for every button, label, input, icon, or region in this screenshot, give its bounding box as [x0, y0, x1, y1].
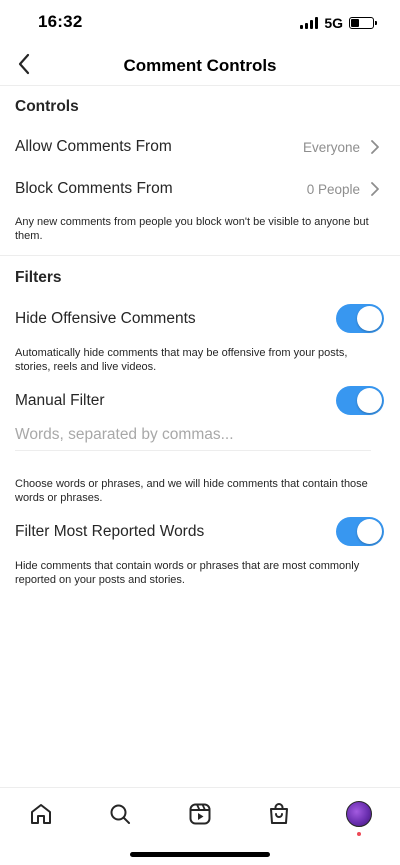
allow-comments-label: Allow Comments From — [15, 138, 172, 155]
filter-words-input[interactable] — [15, 419, 371, 451]
home-icon — [31, 804, 51, 824]
section-divider — [0, 255, 400, 256]
search-icon — [110, 804, 130, 824]
hide-offensive-toggle[interactable] — [336, 304, 384, 333]
block-comments-help: Any new comments from people you block w… — [15, 216, 369, 242]
manual-filter-toggle[interactable] — [336, 386, 384, 415]
block-comments-label: Block Comments From — [15, 180, 173, 197]
chevron-right-icon — [371, 140, 379, 154]
chevron-right-icon — [371, 182, 379, 196]
manual-filter-label: Manual Filter — [15, 392, 105, 409]
controls-section-title: Controls — [15, 98, 79, 115]
network-type: 5G — [324, 15, 343, 31]
allow-comments-row[interactable]: Allow Comments From Everyone — [0, 126, 400, 166]
hide-offensive-help: Automatically hide comments that may be … — [15, 347, 348, 373]
home-indicator — [130, 852, 270, 857]
battery-icon — [349, 17, 377, 29]
status-indicators: 5G — [300, 15, 377, 31]
nav-header: Comment Controls — [0, 44, 400, 86]
reels-icon — [189, 803, 211, 825]
status-bar: 16:32 5G — [0, 0, 400, 44]
most-reported-toggle[interactable] — [336, 517, 384, 546]
manual-filter-help: Choose words or phrases, and we will hid… — [15, 478, 368, 504]
block-comments-value: 0 People — [306, 182, 360, 197]
tab-profile[interactable] — [343, 798, 375, 836]
notification-dot — [357, 832, 361, 836]
hide-offensive-label: Hide Offensive Comments — [15, 310, 196, 327]
tab-search[interactable] — [104, 798, 136, 830]
block-comments-row[interactable]: Block Comments From 0 People — [0, 167, 400, 207]
avatar — [346, 801, 372, 827]
allow-comments-value: Everyone — [302, 140, 360, 155]
tab-bar — [0, 787, 400, 865]
filters-section-title: Filters — [15, 269, 62, 286]
tab-shop[interactable] — [263, 798, 295, 830]
tab-reels[interactable] — [184, 798, 216, 830]
most-reported-help: Hide comments that contain words or phra… — [15, 560, 360, 586]
status-time: 16:32 — [38, 12, 83, 31]
tab-home[interactable] — [25, 798, 57, 830]
shop-icon — [270, 803, 288, 824]
page-title: Comment Controls — [123, 56, 277, 75]
most-reported-label: Filter Most Reported Words — [15, 523, 205, 540]
signal-icon — [300, 17, 319, 29]
